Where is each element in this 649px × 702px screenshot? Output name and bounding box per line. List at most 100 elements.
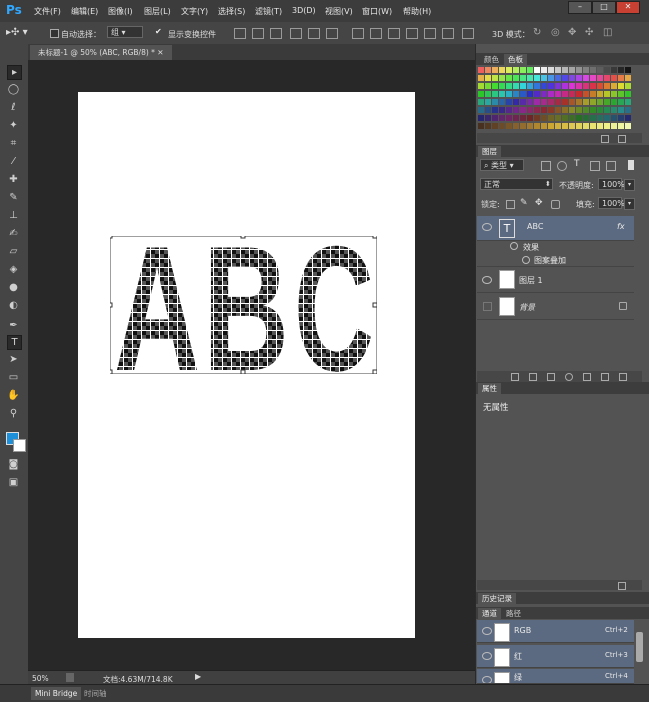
tab-history[interactable]: 历史记录 <box>478 593 516 604</box>
color-swatch[interactable] <box>555 107 561 113</box>
color-swatch[interactable] <box>513 67 519 73</box>
color-swatch[interactable] <box>527 99 533 105</box>
color-swatch[interactable] <box>492 107 498 113</box>
color-swatch[interactable] <box>562 91 568 97</box>
marquee-tool-icon[interactable]: ◯ <box>7 83 20 96</box>
filter-smart-object-icon[interactable] <box>606 161 616 171</box>
color-swatch[interactable] <box>583 83 589 89</box>
color-swatch[interactable] <box>569 99 575 105</box>
color-swatch[interactable] <box>534 91 540 97</box>
channels-scrollbar[interactable] <box>636 632 643 662</box>
align-vcenter-icon[interactable] <box>252 28 264 39</box>
color-swatch[interactable] <box>548 107 554 113</box>
color-swatch[interactable] <box>625 99 631 105</box>
abc-text-layer[interactable]: A B C <box>110 236 377 374</box>
color-swatch[interactable] <box>562 83 568 89</box>
pen-tool-icon[interactable]: ✒ <box>7 319 20 332</box>
color-swatch[interactable] <box>604 91 610 97</box>
color-swatch[interactable] <box>485 99 491 105</box>
tab-timeline[interactable]: 时间轴 <box>80 687 111 700</box>
color-swatch[interactable] <box>618 123 624 129</box>
filter-toggle-icon[interactable] <box>628 160 634 170</box>
color-swatch[interactable] <box>485 115 491 121</box>
color-swatch[interactable] <box>611 123 617 129</box>
lock-position-icon[interactable]: ✥ <box>535 198 543 208</box>
color-swatch[interactable] <box>590 107 596 113</box>
menu-filter[interactable]: 滤镜(T) <box>255 6 282 17</box>
color-swatch[interactable] <box>513 75 519 81</box>
color-swatch[interactable] <box>520 67 526 73</box>
fx-menu-icon[interactable] <box>529 373 537 381</box>
color-swatch[interactable] <box>569 83 575 89</box>
blend-mode-dropdown[interactable]: 正常 <box>480 178 553 190</box>
transform-handle[interactable] <box>240 369 246 374</box>
screen-mode-icon[interactable]: ▣ <box>7 476 20 489</box>
color-swatch[interactable] <box>534 75 540 81</box>
menu-file[interactable]: 文件(F) <box>34 6 61 17</box>
color-swatch[interactable] <box>597 99 603 105</box>
distribute-bottom-icon[interactable] <box>388 28 400 39</box>
new-layer-icon[interactable] <box>601 373 609 381</box>
fill-input[interactable]: 100% <box>598 197 625 209</box>
color-swatch[interactable] <box>478 91 484 97</box>
filter-pixel-icon[interactable] <box>541 161 551 171</box>
eraser-tool-icon[interactable]: ▱ <box>7 245 20 258</box>
align-top-icon[interactable] <box>234 28 246 39</box>
background-color-swatch[interactable] <box>13 439 26 452</box>
color-swatch[interactable] <box>555 75 561 81</box>
align-bottom-icon[interactable] <box>270 28 282 39</box>
color-swatch[interactable] <box>618 99 624 105</box>
color-swatch[interactable] <box>485 91 491 97</box>
color-swatch[interactable] <box>492 75 498 81</box>
color-swatch[interactable] <box>541 83 547 89</box>
color-swatch[interactable] <box>492 91 498 97</box>
magic-wand-tool-icon[interactable]: ✦ <box>7 119 20 132</box>
color-swatch[interactable] <box>506 115 512 121</box>
color-swatch[interactable] <box>576 115 582 121</box>
opacity-input[interactable]: 100% <box>598 178 625 190</box>
color-swatch[interactable] <box>611 99 617 105</box>
color-swatch[interactable] <box>506 99 512 105</box>
lock-transparent-icon[interactable] <box>506 200 515 209</box>
distribute-right-icon[interactable] <box>442 28 454 39</box>
lock-pixels-icon[interactable]: ✎ <box>520 198 528 208</box>
color-swatch[interactable] <box>562 123 568 129</box>
color-swatch[interactable] <box>520 115 526 121</box>
color-swatch[interactable] <box>492 123 498 129</box>
color-swatch[interactable] <box>583 75 589 81</box>
swatches-grid[interactable] <box>478 67 632 133</box>
rectangle-tool-icon[interactable]: ▭ <box>7 371 20 384</box>
color-swatch[interactable] <box>506 83 512 89</box>
align-right-icon[interactable] <box>326 28 338 39</box>
color-swatch[interactable] <box>590 91 596 97</box>
color-swatch[interactable] <box>499 107 505 113</box>
checkmark-icon[interactable]: ✔ <box>155 27 162 36</box>
color-swatch[interactable] <box>520 123 526 129</box>
color-swatch[interactable] <box>499 115 505 121</box>
color-swatch[interactable] <box>604 107 610 113</box>
color-swatch[interactable] <box>499 99 505 105</box>
status-menu-icon[interactable] <box>66 673 74 682</box>
color-swatch[interactable] <box>478 115 484 121</box>
move-tool-preset-icon[interactable]: ▸✣ ▾ <box>6 27 28 38</box>
transform-handle[interactable] <box>372 236 377 239</box>
color-swatch[interactable] <box>499 91 505 97</box>
align-left-icon[interactable] <box>290 28 302 39</box>
color-swatch[interactable] <box>548 91 554 97</box>
color-swatch[interactable] <box>534 115 540 121</box>
color-swatch[interactable] <box>611 83 617 89</box>
eye-icon[interactable] <box>522 256 530 264</box>
color-swatch[interactable] <box>534 107 540 113</box>
color-swatch[interactable] <box>485 83 491 89</box>
color-swatch[interactable] <box>520 83 526 89</box>
distribute-left-icon[interactable] <box>406 28 418 39</box>
color-swatch[interactable] <box>513 99 519 105</box>
color-swatch[interactable] <box>485 67 491 73</box>
color-swatch[interactable] <box>576 91 582 97</box>
color-swatch[interactable] <box>513 83 519 89</box>
color-swatch[interactable] <box>541 115 547 121</box>
auto-align-icon[interactable] <box>462 28 474 39</box>
menu-3d[interactable]: 3D(D) <box>292 6 316 15</box>
tab-properties[interactable]: 属性 <box>478 383 501 394</box>
tab-mini-bridge[interactable]: Mini Bridge <box>31 687 82 700</box>
